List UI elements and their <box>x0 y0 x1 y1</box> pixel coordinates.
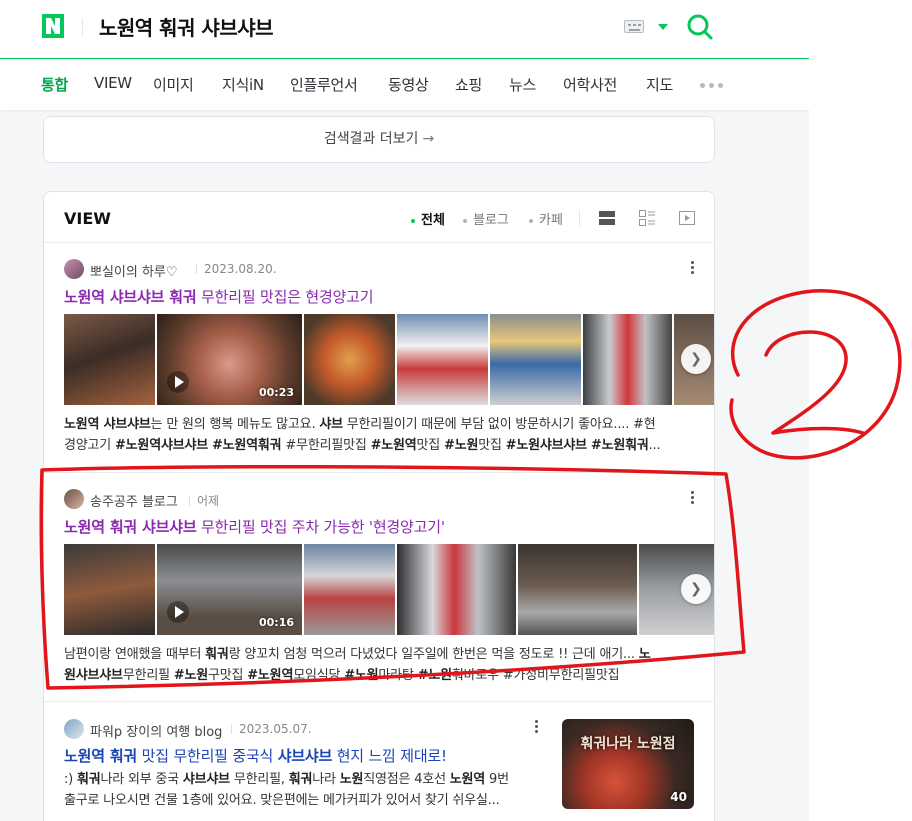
filter-all[interactable]: 전체 <box>411 209 445 228</box>
search-results-page: 노원역 훠궈 샤브샤브 통합 VIEW 이미지 지식iN 인플루언서 동영상 쇼… <box>0 0 809 821</box>
more-tabs-icon[interactable] <box>700 83 723 88</box>
filter-cafe[interactable]: 카페 <box>529 209 563 228</box>
tab-influencer[interactable]: 인플루언서 <box>290 74 358 95</box>
search-query-input[interactable]: 노원역 훠궈 샤브샤브 <box>99 12 274 41</box>
post-image[interactable] <box>490 314 581 405</box>
more-options-icon[interactable] <box>691 261 695 274</box>
avatar[interactable] <box>64 719 84 739</box>
tab-shopping[interactable]: 쇼핑 <box>455 74 482 95</box>
post-title-link[interactable]: 노원역 훠궈 맛집 무한리필 중국식 샤브샤브 현지 느낌 제대로! <box>64 745 447 766</box>
filter-blog[interactable]: 블로그 <box>463 209 509 228</box>
search-header: 노원역 훠궈 샤브샤브 <box>0 0 809 59</box>
image-carousel[interactable]: 00:23 ❯ <box>64 314 714 405</box>
list-item: 파워p 장이의 여행 blog 2023.05.07. 노원역 훠궈 맛집 무한… <box>44 701 714 821</box>
view-section-title: VIEW <box>64 209 111 228</box>
post-image[interactable] <box>583 314 672 405</box>
post-snippet: :) 훠궈나라 외부 중국 샤브샤브 무한리필, 훠궈나라 노원직영점은 4호선… <box>64 772 509 808</box>
tab-map[interactable]: 지도 <box>646 74 673 95</box>
author-name[interactable]: 뽀실이의 하루♡ <box>90 261 178 280</box>
dot-icon <box>411 218 415 223</box>
dot-icon <box>463 218 467 223</box>
tab-news[interactable]: 뉴스 <box>509 74 536 95</box>
naver-logo-icon[interactable] <box>42 14 64 38</box>
video-layout-icon[interactable] <box>679 210 695 226</box>
post-image[interactable] <box>304 314 395 405</box>
post-thumbnail-image[interactable]: 훠궈나라 노원점 40 <box>562 719 694 809</box>
more-options-icon[interactable] <box>535 720 539 733</box>
tab-video[interactable]: 동영상 <box>388 74 429 95</box>
header-divider <box>82 18 83 36</box>
tab-images[interactable]: 이미지 <box>153 74 194 95</box>
dot-icon <box>529 218 533 223</box>
list-item: 뽀실이의 하루♡ 2023.08.20. 노원역 샤브샤브 훠궈 무한리필 맛집… <box>44 242 714 472</box>
more-results-button[interactable]: 검색결과 더보기 → <box>43 116 715 163</box>
list-layout-icon[interactable] <box>599 210 615 226</box>
more-results-label: 검색결과 더보기 <box>323 131 419 147</box>
search-icon[interactable] <box>686 13 714 41</box>
avatar[interactable] <box>64 259 84 279</box>
post-title-link[interactable]: 노원역 샤브샤브 훠궈 무한리필 맛집은 현경양고기 <box>64 286 374 307</box>
author-name[interactable]: 파워p 장이의 여행 blog <box>90 721 222 740</box>
tab-dictionary[interactable]: 어학사전 <box>563 74 617 95</box>
video-duration: 00:23 <box>258 386 294 399</box>
thumbnail-layout-icon[interactable] <box>639 210 655 226</box>
video-thumbnail[interactable]: 00:23 <box>157 314 302 405</box>
tab-integrated[interactable]: 통합 <box>41 74 68 95</box>
image-count: 40 <box>670 790 687 804</box>
filter-divider <box>579 210 580 226</box>
arrow-right-icon: → <box>422 131 435 147</box>
post-image[interactable] <box>397 314 488 405</box>
post-snippet: 노원역 샤브샤브는 만 원의 행복 메뉴도 많고요. 샤브 무한리필이기 때문에… <box>64 417 661 453</box>
post-date: 2023.08.20. <box>196 262 277 276</box>
keyboard-icon[interactable] <box>624 20 644 33</box>
tab-knowledge-in[interactable]: 지식iN <box>222 74 264 95</box>
post-image[interactable] <box>64 314 155 405</box>
number-two-annotation <box>729 289 902 460</box>
post-date: 2023.05.07. <box>231 722 312 736</box>
autocomplete-toggle-icon[interactable] <box>658 24 668 30</box>
search-tab-bar: 통합 VIEW 이미지 지식iN 인플루언서 동영상 쇼핑 뉴스 어학사전 지도 <box>0 60 809 110</box>
highlight-annotation <box>39 464 746 690</box>
image-sign-text: 훠궈나라 노원점 <box>580 736 676 752</box>
play-icon[interactable] <box>167 371 189 393</box>
tab-view[interactable]: VIEW <box>94 74 132 92</box>
carousel-next-button[interactable]: ❯ <box>681 344 711 374</box>
